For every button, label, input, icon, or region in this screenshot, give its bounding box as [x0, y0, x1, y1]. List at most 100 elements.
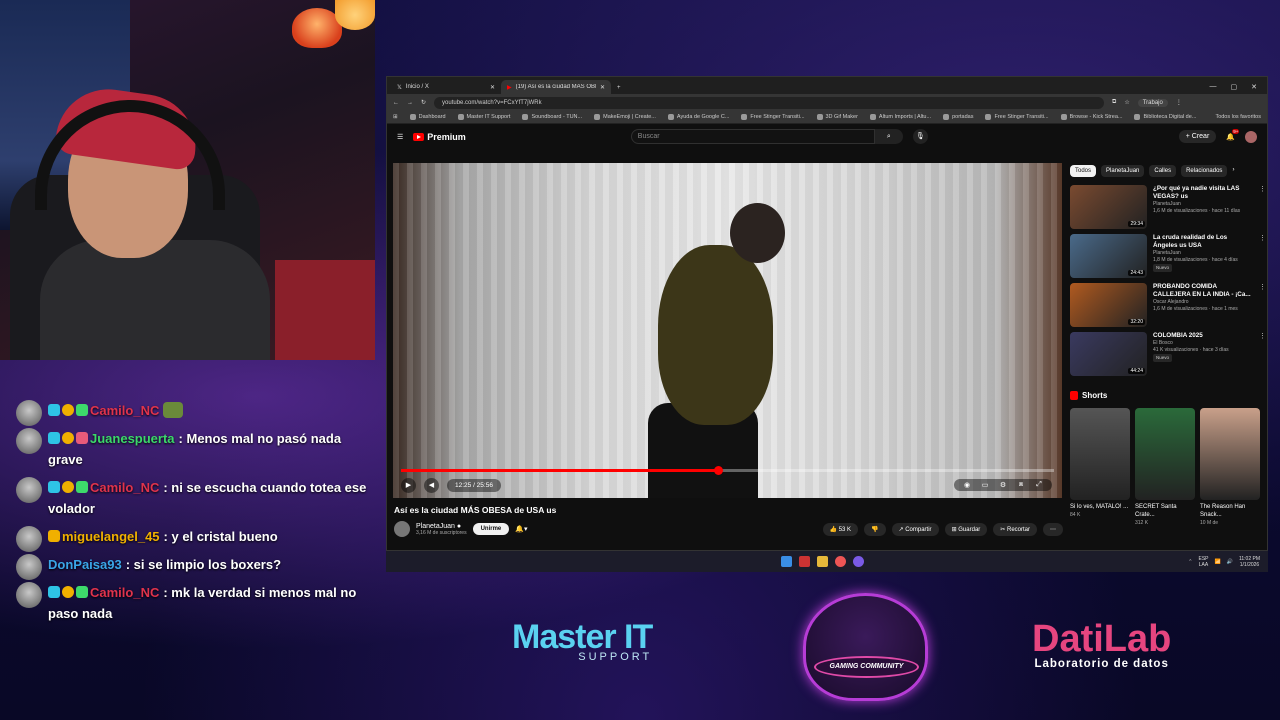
recommended-video[interactable]: 29:34 ¿Por qué ya nadie visita LAS VEGAS?…	[1070, 185, 1266, 230]
mic-icon[interactable]: 🎙	[912, 129, 928, 144]
bookmark-item[interactable]: 3D Gif Maker	[816, 114, 858, 120]
channel-name[interactable]: PlanetaJuan	[416, 523, 455, 530]
reload-icon[interactable]: ↻	[421, 99, 426, 106]
windows-start-icon[interactable]	[781, 556, 792, 567]
search-icon[interactable]: ⌕	[874, 129, 903, 144]
rec-channel[interactable]: El Bosco	[1153, 340, 1253, 347]
recommended-video[interactable]: 32:20 PROBANDO COMIDA CALLEJERA EN LA IND…	[1070, 283, 1266, 328]
file-explorer-icon[interactable]	[817, 556, 828, 567]
close-tab-icon[interactable]: ✕	[490, 84, 495, 91]
rec-channel[interactable]: PlanetaJuan	[1153, 250, 1253, 257]
bookmark-item[interactable]: MakeEmoji | Create...	[594, 114, 656, 120]
channel-avatar[interactable]	[394, 521, 410, 537]
miniplayer-icon[interactable]: ⧈	[1014, 481, 1028, 489]
more-options-icon[interactable]: ⋮	[1259, 185, 1266, 230]
autoplay-toggle-icon[interactable]: ◉	[960, 481, 974, 489]
recommended-video[interactable]: 44:24 COLOMBIA 2025 El Bosco 41 K visualiza…	[1070, 332, 1266, 377]
recommended-video[interactable]: 24:43 La cruda realidad de Los Ángeles us…	[1070, 234, 1266, 279]
short-item[interactable]: The Reason Han Snack... 10 M de	[1200, 408, 1260, 527]
rec-title[interactable]: ¿Por qué ya nadie visita LAS VEGAS? us	[1153, 185, 1253, 201]
app-icon[interactable]	[853, 556, 864, 567]
chip-0[interactable]: Todos	[1070, 165, 1097, 177]
volume-icon[interactable]: ◀	[424, 477, 439, 493]
video-thumbnail[interactable]: 32:20	[1070, 283, 1147, 327]
progress-scrubber[interactable]	[713, 466, 723, 475]
notifications-bell-icon[interactable]: 🔔 9+	[1226, 128, 1240, 141]
chip-3[interactable]: Relacionados	[1181, 165, 1228, 177]
language-indicator[interactable]: ESP LAA	[1198, 556, 1208, 568]
progress-bar[interactable]	[401, 466, 1054, 475]
bookmark-item[interactable]: Ayuda de Google C...	[667, 114, 729, 120]
account-avatar[interactable]	[1245, 130, 1257, 143]
profile-button[interactable]: Trabajo	[1137, 98, 1168, 107]
maximize-icon[interactable]: ▢	[1231, 83, 1238, 91]
chevron-right-icon[interactable]: ›	[1232, 165, 1234, 177]
hamburger-icon[interactable]: ☰	[397, 133, 403, 141]
menu-icon[interactable]: ⋮	[1176, 99, 1182, 106]
bell-subscribe-icon[interactable]: 🔔▾	[515, 525, 527, 533]
wifi-icon[interactable]: 📶	[1215, 559, 1221, 565]
extensions-icon[interactable]: ⧉	[1112, 99, 1116, 106]
app-icon[interactable]	[799, 556, 810, 567]
short-title[interactable]: Si lo ves, MATALO! ...	[1070, 504, 1128, 510]
bookmark-item[interactable]: Altum Imports | Altu...	[869, 114, 931, 120]
bookmark-item[interactable]: Browse - Kick Strea...	[1060, 114, 1122, 120]
short-title[interactable]: SECRET Santa Crate...	[1135, 504, 1177, 518]
save-button[interactable]: ⊞ Guardar	[944, 522, 988, 536]
short-item[interactable]: SECRET Santa Crate... 312 K	[1135, 408, 1195, 527]
volume-icon[interactable]: 🔊	[1227, 559, 1233, 565]
search-input[interactable]: Buscar	[630, 129, 875, 144]
chevron-up-icon[interactable]: ⌃	[1188, 559, 1192, 565]
play-icon[interactable]: ▶	[401, 477, 416, 493]
more-actions-icon[interactable]: ⋯	[1043, 522, 1063, 536]
more-options-icon[interactable]: ⋮	[1259, 234, 1266, 279]
dislike-button[interactable]: 👎	[864, 522, 886, 536]
join-button[interactable]: Unirme	[472, 523, 510, 535]
star-icon[interactable]: ☆	[1124, 99, 1129, 106]
chip-2[interactable]: Calles	[1149, 165, 1177, 177]
bookmark-item[interactable]: Free Stinger Transiti...	[985, 114, 1049, 120]
apps-grid-icon[interactable]: ⊞	[393, 114, 398, 120]
short-item[interactable]: Si lo ves, MATALO! ... 84 K	[1070, 408, 1130, 527]
rec-title[interactable]: PROBANDO COMIDA CALLEJERA EN LA INDIA - …	[1153, 283, 1253, 299]
close-tab-icon[interactable]: ✕	[600, 84, 605, 91]
clock[interactable]: 11:02 PM 1/1/2026	[1239, 556, 1260, 568]
minimize-icon[interactable]: —	[1210, 83, 1217, 91]
share-button[interactable]: ↗ Compartir	[891, 522, 939, 536]
bookmark-item[interactable]: portadas	[943, 114, 973, 120]
short-thumbnail[interactable]	[1200, 408, 1260, 500]
create-button[interactable]: + Crear	[1178, 130, 1217, 143]
short-thumbnail[interactable]	[1135, 408, 1195, 500]
chip-1[interactable]: PlanetaJuan	[1101, 165, 1145, 177]
subtitles-icon[interactable]: ▭	[978, 481, 992, 489]
short-title[interactable]: The Reason Han Snack...	[1200, 504, 1245, 518]
bookmark-item[interactable]: Master IT Support	[457, 114, 510, 120]
new-tab-icon[interactable]: +	[611, 85, 627, 94]
rec-channel[interactable]: Oscar Alejandro	[1153, 299, 1253, 306]
rec-title[interactable]: COLOMBIA 2025	[1153, 332, 1253, 340]
bookmark-item[interactable]: Dashboard	[409, 114, 446, 120]
back-icon[interactable]: ←	[393, 100, 399, 106]
all-favorites[interactable]: Todos los favoritos	[1215, 114, 1267, 120]
short-thumbnail[interactable]	[1070, 408, 1130, 500]
video-thumbnail[interactable]: 44:24	[1070, 332, 1147, 376]
settings-icon[interactable]: ⚙	[996, 481, 1010, 489]
video-thumbnail[interactable]: 24:43	[1070, 234, 1147, 278]
more-options-icon[interactable]: ⋮	[1259, 332, 1266, 377]
rec-title[interactable]: La cruda realidad de Los Ángeles us USA	[1153, 234, 1253, 250]
tab-youtube[interactable]: ▶ (19) Así es la ciudad MÁS OBE... ✕	[501, 80, 611, 94]
forward-icon[interactable]: →	[407, 100, 413, 106]
close-window-icon[interactable]: ✕	[1251, 83, 1257, 91]
url-field[interactable]: youtube.com/watch?v=FCxYfT7jWRk	[434, 96, 1105, 109]
more-options-icon[interactable]: ⋮	[1259, 283, 1266, 328]
chrome-icon[interactable]	[835, 556, 846, 567]
like-button[interactable]: 👍 53 K	[822, 522, 859, 536]
video-player[interactable]: ▶ ◀ 12:25 / 25:56 ◉ ▭ ⚙ ⧈ ⤢	[393, 163, 1062, 498]
rec-channel[interactable]: PlanetaJuan	[1153, 201, 1253, 208]
fullscreen-icon[interactable]: ⤢	[1032, 481, 1046, 489]
clip-button[interactable]: ✂ Recortar	[993, 522, 1037, 536]
video-thumbnail[interactable]: 29:34	[1070, 185, 1147, 229]
bookmark-item[interactable]: Free Stinger Transiti...	[741, 114, 805, 120]
bookmark-item[interactable]: Biblioteca Digital de...	[1134, 114, 1196, 120]
bookmark-item[interactable]: Soundboard - TUN...	[522, 114, 582, 120]
